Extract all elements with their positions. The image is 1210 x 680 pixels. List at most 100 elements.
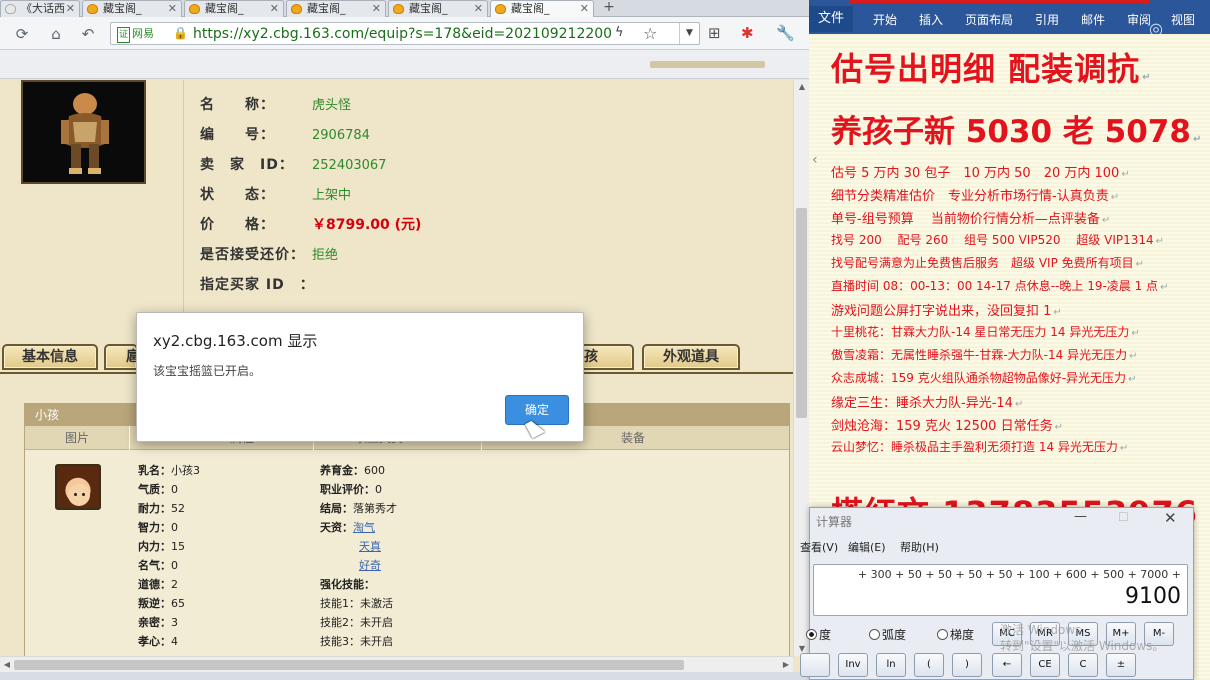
doc-line: 养孩子新 5030 老 5078 ↵ bbox=[831, 114, 1202, 150]
backspace-button[interactable]: ← bbox=[992, 653, 1022, 677]
info-label: 状 态： bbox=[200, 187, 275, 203]
ribbon-tab-references[interactable]: 引用 bbox=[1035, 11, 1059, 28]
tab-label: 《大话西 bbox=[21, 2, 65, 15]
ribbon-tab-review[interactable]: 审阅 bbox=[1127, 11, 1151, 28]
talent-link[interactable]: 淘气 bbox=[353, 521, 375, 534]
tab-basic-info[interactable]: 基本信息 bbox=[2, 344, 98, 370]
menu-view[interactable]: 查看(V) bbox=[800, 539, 838, 555]
wrench-icon[interactable]: 🔧 bbox=[776, 24, 795, 42]
browser-tab-2[interactable]: 藏宝阁_ ✕ bbox=[82, 0, 182, 17]
tab-attributes[interactable]: 扈 bbox=[104, 344, 140, 370]
ribbon-tab-file[interactable]: 文件 bbox=[809, 6, 853, 32]
info-row-id: 编 号： 2906784 bbox=[200, 124, 370, 144]
info-row-price: 价 格： ￥8799.00 (元) bbox=[200, 214, 421, 234]
cbg-icon bbox=[87, 4, 98, 14]
child-attributes: 乳名：小孩3 气质：0 耐力：52 智力：0 内力：15 名气：0 道德：2 叛… bbox=[138, 461, 200, 651]
horizontal-scrollbar[interactable]: ◀ ▶ bbox=[0, 656, 793, 672]
menu-help[interactable]: 帮助(H) bbox=[900, 539, 939, 555]
browser-window: 《大话西 ✕ 藏宝阁_ ✕ 藏宝阁_ ✕ 藏宝阁_ ✕ 藏宝阁_ ✕ 藏宝阁_ ✕ + ⟳ … bbox=[0, 0, 809, 680]
status-bar bbox=[0, 672, 809, 680]
info-row-status: 状 态： 上架中 bbox=[200, 184, 351, 204]
radio-radians[interactable]: 弧度 bbox=[869, 626, 906, 643]
attr-row: 名气：0 bbox=[138, 559, 178, 572]
ribbon-tab-mailings[interactable]: 邮件 bbox=[1081, 11, 1105, 28]
ribbon-tab-insert[interactable]: 插入 bbox=[919, 11, 943, 28]
expression-text: + 300 + 50 + 50 + 50 + 50 + 100 + 600 + … bbox=[857, 568, 1181, 581]
ribbon-tab-view[interactable]: 视图 bbox=[1171, 11, 1195, 28]
vertical-scrollbar[interactable]: ▲ ▼ bbox=[793, 80, 809, 656]
close-icon[interactable]: ✕ bbox=[168, 1, 177, 16]
close-icon[interactable]: ✕ bbox=[1164, 509, 1177, 527]
new-tab-button[interactable]: + bbox=[596, 0, 622, 16]
tab-label: 藏宝阁_ bbox=[307, 2, 346, 15]
child-career-talents: 养育金：600 职业评价：0 结局：落第秀才 天资：淘气 天真 好奇 强化技能：… bbox=[320, 461, 397, 651]
plus-minus-button[interactable]: ± bbox=[1106, 653, 1136, 677]
scroll-up-arrow[interactable]: ▲ bbox=[794, 80, 809, 94]
doc-line: 云山梦忆：睡杀极品主手盈利无须打造 14 异光无压力 ↵ bbox=[831, 440, 1129, 454]
doc-line: 直播时间 08：00-13：00 14-17 点休息--晚上 19-凌晨 1 点… bbox=[831, 279, 1169, 293]
doc-line: 游戏问题公屏打字说出来，没回复扣 1 ↵ bbox=[831, 304, 1062, 319]
doc-line: 十里桃花：甘霖大力队-14 星日常无压力 14 异光无压力 ↵ bbox=[831, 325, 1140, 339]
browser-tab-4[interactable]: 藏宝阁_ ✕ bbox=[286, 0, 386, 17]
menu-bar: 查看(V) 编辑(E) 帮助(H) bbox=[800, 538, 1193, 556]
ribbon-tab-home[interactable]: 开始 bbox=[873, 11, 897, 28]
menu-grid-icon[interactable]: ⊞ bbox=[708, 24, 721, 42]
attr-row: 结局：落第秀才 bbox=[320, 502, 397, 515]
maximize-icon[interactable]: ☐ bbox=[1118, 510, 1129, 524]
browser-tab-5[interactable]: 藏宝阁_ ✕ bbox=[388, 0, 488, 17]
info-row-buyer: 指定买家 ID ： bbox=[200, 274, 314, 294]
gamepad-icon[interactable]: ✱ bbox=[741, 24, 754, 42]
scroll-right-arrow[interactable]: ▶ bbox=[779, 657, 793, 673]
c-button[interactable]: C bbox=[1068, 653, 1098, 677]
attr-row: 亲密：3 bbox=[138, 616, 178, 629]
close-paren-button[interactable]: ) bbox=[952, 653, 982, 677]
site-identity[interactable]: 证网易 bbox=[117, 27, 154, 43]
inv-button[interactable]: Inv bbox=[838, 653, 868, 677]
refresh-icon[interactable]: ⟳ bbox=[12, 24, 32, 44]
talent-link[interactable]: 好奇 bbox=[359, 559, 381, 572]
close-icon[interactable]: ✕ bbox=[580, 1, 589, 16]
scroll-left-arrow[interactable]: ◀ bbox=[0, 657, 14, 673]
menu-edit[interactable]: 编辑(E) bbox=[848, 539, 886, 555]
ribbon-tab-layout[interactable]: 页面布局 bbox=[965, 11, 1013, 28]
lock-icon[interactable]: 🔒 bbox=[173, 26, 188, 40]
chevron-left-icon[interactable]: ‹ bbox=[812, 152, 818, 168]
blank-button[interactable] bbox=[800, 653, 830, 677]
info-value: 虎头怪 bbox=[312, 98, 352, 113]
attr-row: 孝心：4 bbox=[138, 635, 178, 648]
back-icon[interactable]: ↶ bbox=[78, 24, 98, 44]
info-label: 价 格： bbox=[200, 217, 275, 233]
minimize-icon[interactable]: — bbox=[1074, 509, 1087, 524]
info-label: 卖 家 ID： bbox=[200, 157, 294, 173]
info-value: 2906784 bbox=[312, 128, 370, 143]
star-icon[interactable]: ☆ bbox=[643, 24, 657, 43]
child-avatar bbox=[55, 464, 101, 510]
close-icon[interactable]: ✕ bbox=[474, 1, 483, 16]
scroll-thumb[interactable] bbox=[796, 208, 807, 418]
url-text[interactable]: https://xy2.cbg.163.com/equip?s=178&eid=… bbox=[193, 25, 613, 43]
address-bar[interactable]: 证网易 🔒 https://xy2.cbg.163.com/equip?s=17… bbox=[110, 22, 700, 45]
browser-tab-3[interactable]: 藏宝阁_ ✕ bbox=[184, 0, 284, 17]
window-title: 计算器 bbox=[816, 515, 853, 529]
home-icon[interactable]: ⌂ bbox=[46, 24, 66, 44]
attr-row: 智力：0 bbox=[138, 521, 178, 534]
ln-button[interactable]: ln bbox=[876, 653, 906, 677]
close-icon[interactable]: ✕ bbox=[372, 1, 381, 16]
talent-link[interactable]: 天真 bbox=[359, 540, 381, 553]
doc-line: 找号配号满意为止免费售后服务 超级 VIP 免费所有项目 ↵ bbox=[831, 256, 1145, 270]
browser-tab-1[interactable]: 《大话西 ✕ bbox=[0, 0, 80, 17]
radio-grads[interactable]: 梯度 bbox=[937, 626, 974, 643]
price-value: ￥8799.00 (元) bbox=[312, 217, 422, 233]
close-icon[interactable]: ✕ bbox=[270, 1, 279, 16]
close-icon[interactable]: ✕ bbox=[66, 1, 75, 16]
ce-button[interactable]: CE bbox=[1030, 653, 1060, 677]
tab-appearance-items[interactable]: 外观道具 bbox=[642, 344, 740, 370]
browser-tab-6-active[interactable]: 藏宝阁_ ✕ bbox=[490, 0, 594, 17]
scroll-thumb[interactable] bbox=[14, 660, 684, 670]
divider bbox=[183, 80, 184, 330]
radio-degrees[interactable]: 度 bbox=[806, 626, 831, 643]
chevron-down-icon[interactable]: ▼ bbox=[679, 23, 699, 44]
attr-row: 道德：2 bbox=[138, 578, 178, 591]
lightning-icon[interactable]: ϟ bbox=[615, 25, 624, 40]
open-paren-button[interactable]: ( bbox=[914, 653, 944, 677]
